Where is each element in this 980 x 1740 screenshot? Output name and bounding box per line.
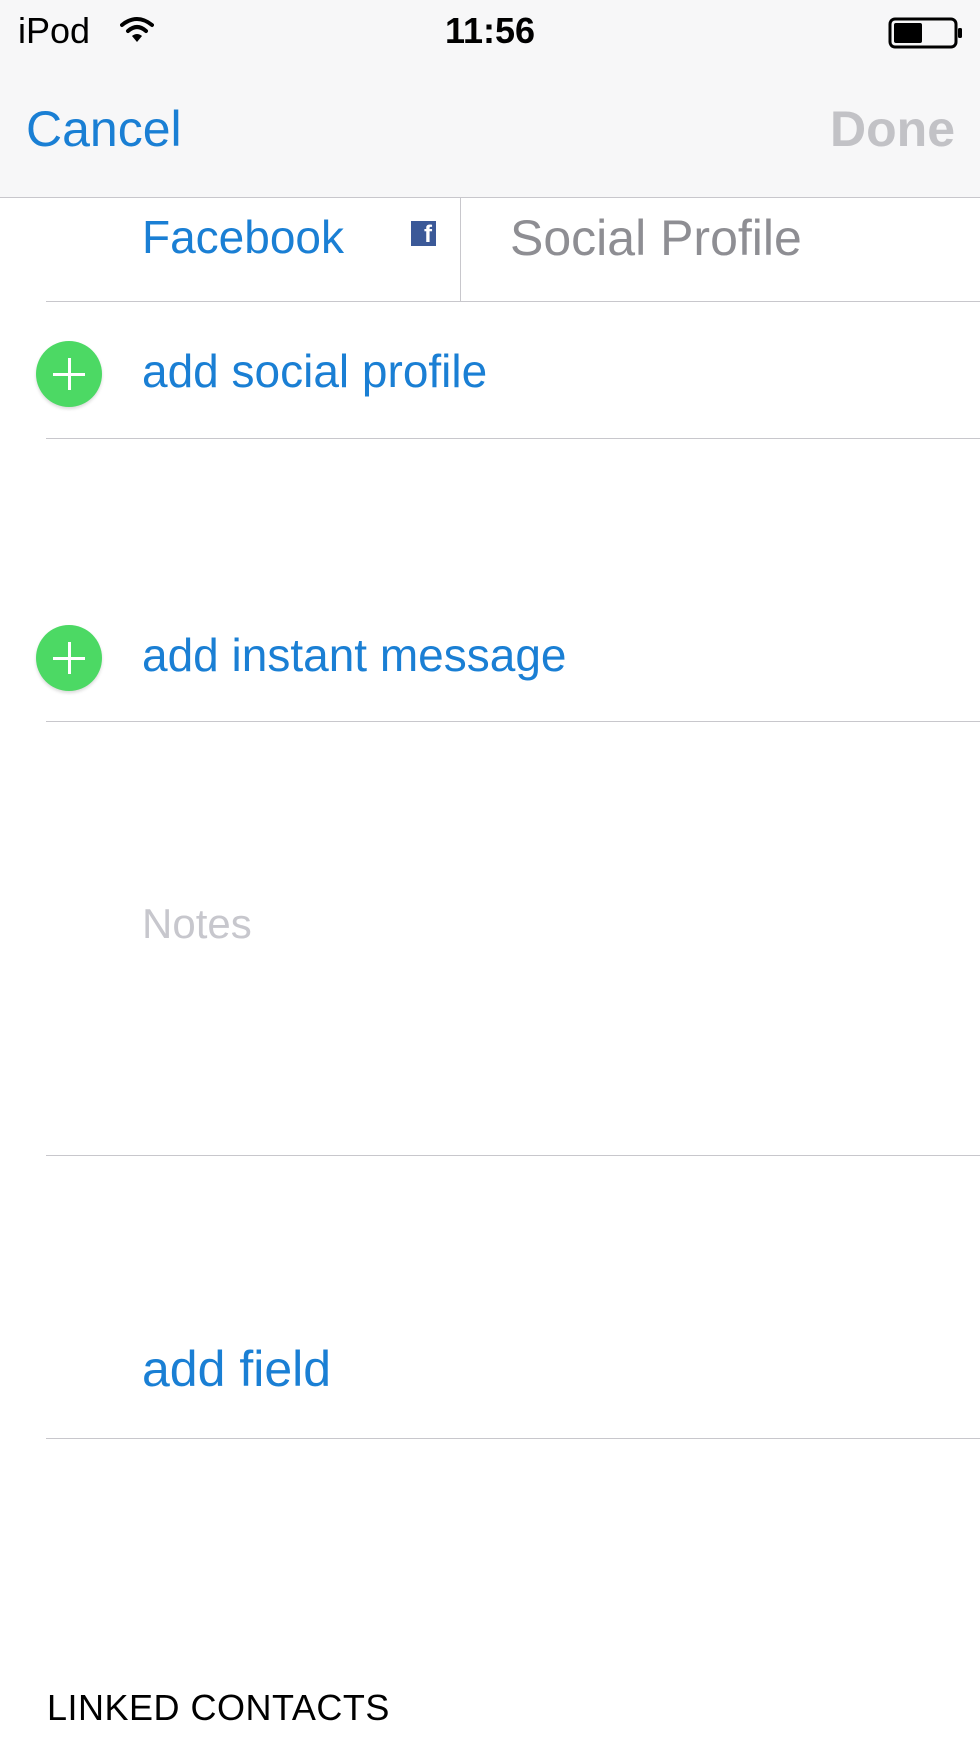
add-social-profile-button[interactable]: add social profile	[0, 322, 980, 422]
social-service-label[interactable]: Facebook	[142, 210, 344, 264]
social-profile-input[interactable]	[510, 208, 950, 268]
add-social-profile-label: add social profile	[142, 345, 488, 397]
notes-field[interactable]	[142, 900, 942, 1100]
row-separator	[46, 1438, 980, 1439]
row-separator	[46, 301, 980, 302]
row-separator	[46, 438, 980, 439]
add-instant-message-label: add instant message	[142, 629, 567, 681]
field-divider	[460, 198, 461, 301]
contact-edit-screen: iPod 11:56 Cancel Done Facebook f add so…	[0, 0, 980, 1740]
facebook-icon: f	[411, 221, 436, 246]
linked-contacts-header: LINKED CONTACTS	[47, 1687, 390, 1728]
battery-icon	[888, 17, 962, 49]
row-separator	[46, 1155, 980, 1156]
plus-icon[interactable]	[36, 341, 102, 407]
add-instant-message-button[interactable]: add instant message	[0, 606, 980, 706]
cancel-button[interactable]: Cancel	[26, 100, 182, 158]
status-time: 11:56	[444, 10, 536, 51]
plus-icon[interactable]	[36, 625, 102, 691]
header: iPod 11:56 Cancel Done	[0, 0, 980, 198]
add-field-button[interactable]: add field	[142, 1340, 331, 1398]
done-button[interactable]: Done	[830, 100, 955, 158]
social-profile-row: Facebook f	[0, 198, 980, 301]
row-separator	[46, 721, 980, 722]
